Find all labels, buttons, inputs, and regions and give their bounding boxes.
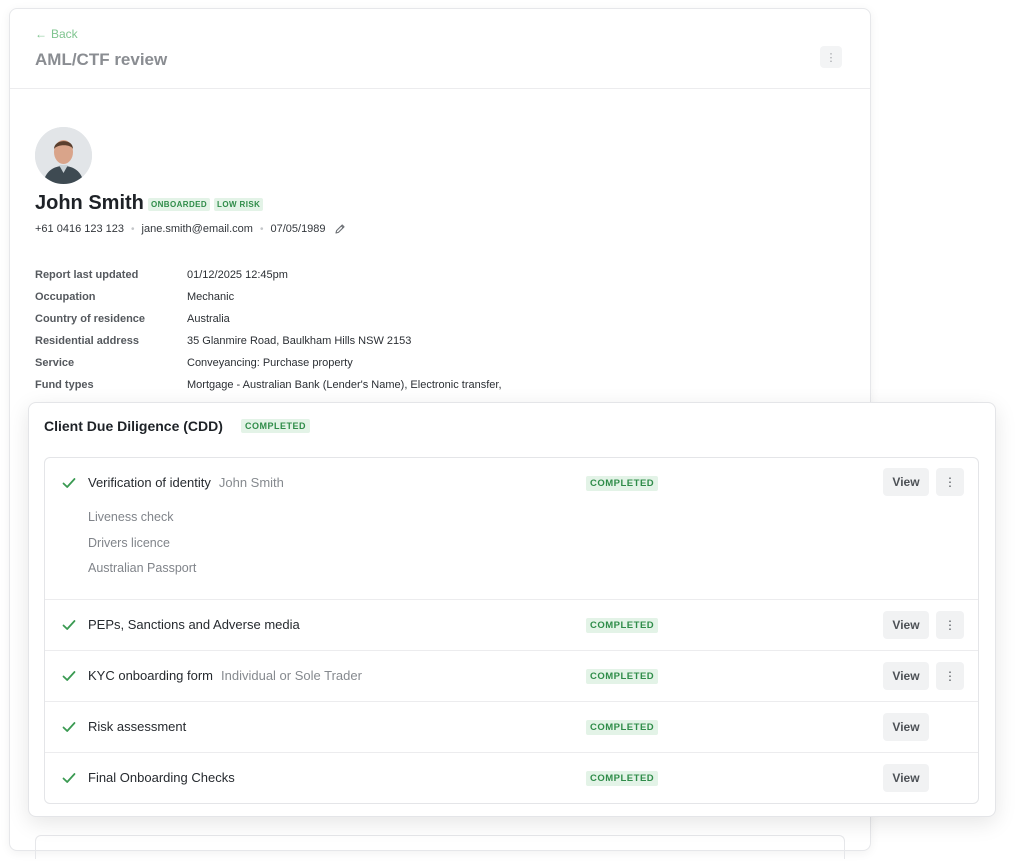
check-title-text: Verification of identity [88, 475, 211, 490]
detail-label: Service [35, 357, 75, 369]
status-badge: COMPLETED [586, 618, 659, 633]
separator-dot: • [131, 223, 135, 235]
check-subtitle: Individual or Sole Trader [221, 668, 362, 683]
detail-value: Mortgage - Australian Bank (Lender's Nam… [187, 379, 502, 391]
detail-row: Report last updated 01/12/2025 12:45pm [35, 264, 735, 286]
risk-badge: LOW RISK [214, 198, 264, 211]
kebab-vertical-icon: ⋮ [944, 618, 956, 632]
check-icon [62, 722, 76, 732]
sub-item-drivers-licence: Drivers licence [88, 535, 170, 550]
more-button[interactable]: ⋮ [936, 468, 964, 496]
view-button[interactable]: View [883, 611, 929, 639]
check-icon [62, 671, 76, 681]
detail-label: Report last updated [35, 269, 139, 281]
separator-dot: • [259, 223, 264, 235]
detail-row: Service Conveyancing: Purchase property [35, 352, 735, 374]
detail-value: Australia [187, 313, 230, 325]
profile-badges: ONBOARDED LOW RISK [148, 198, 264, 211]
back-link[interactable]: ← Back [35, 27, 78, 41]
pencil-icon[interactable] [334, 223, 346, 235]
view-button[interactable]: View [883, 713, 929, 741]
check-icon [62, 620, 76, 630]
avatar-portrait-icon [35, 127, 92, 184]
more-button[interactable]: ⋮ [936, 611, 964, 639]
check-title-text: Risk assessment [88, 719, 187, 734]
check-title: Verification of identity John Smith [88, 475, 284, 490]
status-badge: COMPLETED [586, 669, 659, 684]
detail-value: Conveyancing: Purchase property [187, 357, 353, 369]
view-button[interactable]: View [883, 468, 929, 496]
check-row-peps: PEPs, Sanctions and Adverse media COMPLE… [45, 600, 978, 651]
person-name: John Smith [35, 192, 144, 214]
detail-value: Mechanic [187, 291, 235, 303]
page-more-button[interactable]: ⋮ [820, 46, 842, 68]
profile-details: Report last updated 01/12/2025 12:45pm O… [35, 264, 735, 396]
page-title: AML/CTF review [35, 50, 168, 69]
check-row-identity: Verification of identity John Smith COMPL… [45, 458, 978, 600]
check-row-final: Final Onboarding Checks COMPLETED View [45, 753, 978, 803]
contact-row: +61 0416 123 123 • jane.smith@email.com … [35, 223, 346, 235]
kebab-vertical-icon: ⋮ [944, 669, 956, 683]
check-row-kyc: KYC onboarding form Individual or Sole Tr… [45, 651, 978, 702]
status-badge: COMPLETED [586, 476, 659, 491]
header-divider [10, 88, 870, 89]
check-title: Final Onboarding Checks [88, 770, 235, 785]
check-title-text: PEPs, Sanctions and Adverse media [88, 617, 300, 632]
more-button[interactable]: ⋮ [936, 662, 964, 690]
kebab-vertical-icon: ⋮ [944, 475, 956, 489]
view-button[interactable]: View [883, 662, 929, 690]
detail-row: Fund types Mortgage - Australian Bank (L… [35, 374, 735, 396]
check-title-text: KYC onboarding form [88, 668, 214, 683]
phone-number: +61 0416 123 123 [35, 223, 125, 235]
cdd-title: Client Due Diligence (CDD) [44, 418, 223, 434]
detail-label: Residential address [35, 335, 139, 347]
back-label: Back [51, 27, 78, 41]
next-section-card [35, 835, 845, 859]
detail-label: Occupation [35, 291, 96, 303]
detail-row: Country of residence Australia [35, 308, 735, 330]
check-row-risk: Risk assessment COMPLETED View [45, 702, 978, 753]
check-title: Risk assessment [88, 719, 186, 734]
check-subtitle: John Smith [218, 475, 284, 490]
status-badge: COMPLETED [586, 771, 659, 786]
avatar [35, 127, 92, 184]
check-title: PEPs, Sanctions and Adverse media [88, 617, 300, 632]
view-button[interactable]: View [883, 764, 929, 792]
detail-row: Residential address 35 Glanmire Road, Ba… [35, 330, 735, 352]
cdd-card: Client Due Diligence (CDD) COMPLETED Ver… [28, 402, 996, 817]
sub-item-liveness: Liveness check [88, 510, 174, 524]
check-title-text: Final Onboarding Checks [88, 770, 235, 785]
date-of-birth: 07/05/1989 [270, 223, 326, 235]
detail-row: Occupation Mechanic [35, 286, 735, 308]
email-address: jane.smith@email.com [141, 223, 253, 235]
detail-value: 01/12/2025 12:45pm [187, 269, 288, 281]
cdd-status-badge: COMPLETED [241, 419, 311, 433]
sub-item-passport: Australian Passport [88, 561, 197, 575]
detail-label: Fund types [35, 379, 94, 391]
check-icon [62, 773, 76, 783]
arrow-left-icon: ← [35, 27, 47, 41]
detail-label: Country of residence [35, 313, 146, 325]
check-icon [62, 478, 76, 488]
detail-value: 35 Glanmire Road, Baulkham Hills NSW 215… [187, 335, 412, 347]
status-badge: COMPLETED [586, 720, 659, 735]
kebab-vertical-icon: ⋮ [825, 51, 837, 64]
cdd-checks-list: Verification of identity John Smith COMPL… [44, 457, 979, 804]
onboarded-badge: ONBOARDED [148, 198, 211, 211]
identity-sub-items: Liveness check Drivers licence Australia… [88, 508, 196, 585]
check-title: KYC onboarding form Individual or Sole Tr… [88, 668, 362, 683]
